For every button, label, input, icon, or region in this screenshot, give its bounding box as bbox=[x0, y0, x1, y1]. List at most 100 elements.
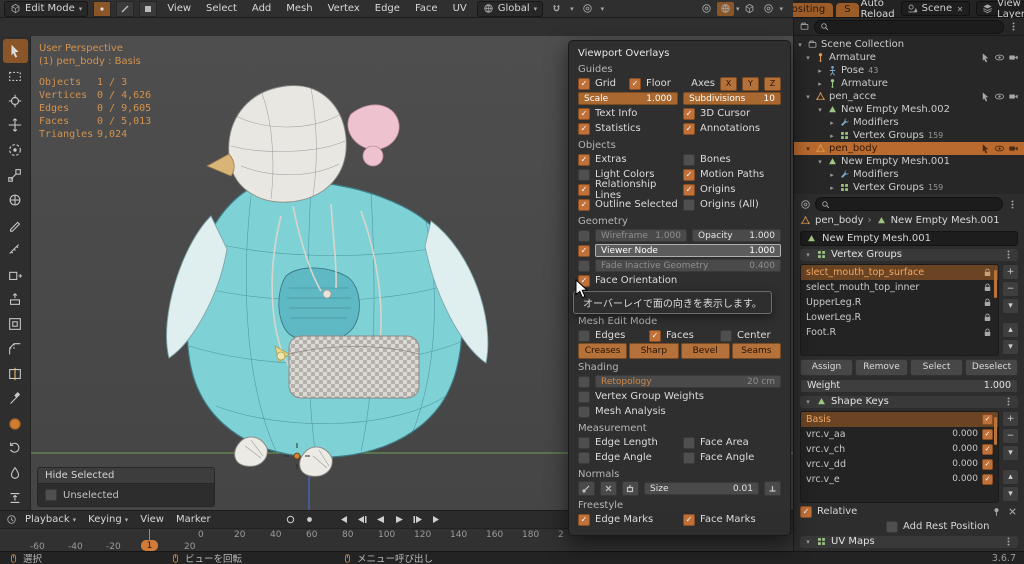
normals-constant-size-toggle[interactable] bbox=[764, 481, 781, 496]
menu-face[interactable]: Face bbox=[410, 3, 443, 14]
list-scrollbar[interactable] bbox=[994, 416, 997, 445]
tool-annotate[interactable] bbox=[3, 213, 28, 237]
outliner-item-armature-object[interactable]: ▾ Armature bbox=[794, 51, 1024, 64]
move-down-button[interactable]: ▾ bbox=[1002, 485, 1019, 502]
prev-keyframe-button[interactable] bbox=[354, 513, 369, 526]
workspace-tab-truncated[interactable]: S bbox=[836, 3, 859, 17]
playback-menu[interactable]: Playback ▾ bbox=[21, 514, 80, 525]
add-shape-key-button[interactable]: + bbox=[1002, 410, 1019, 427]
remove-button[interactable]: Remove bbox=[855, 358, 908, 376]
outliner-item-scene-collection[interactable]: ▾ Scene Collection bbox=[794, 38, 1024, 51]
properties-search-input[interactable] bbox=[834, 199, 997, 209]
outliner-search[interactable] bbox=[814, 19, 1004, 34]
operator-panel-title[interactable]: Hide Selected bbox=[37, 467, 215, 484]
vertex-select-mode-button[interactable] bbox=[93, 0, 112, 17]
jump-to-end-button[interactable] bbox=[430, 513, 445, 526]
vertex-group-row[interactable]: select_mouth_top_inner bbox=[801, 280, 998, 295]
move-down-button[interactable]: ▾ bbox=[1002, 338, 1019, 355]
origins-all-checkbox[interactable] bbox=[683, 198, 695, 211]
edge-length-checkbox[interactable] bbox=[578, 436, 590, 449]
shading-dropdown-chevron-icon[interactable]: ▾ bbox=[779, 5, 783, 13]
list-scrollbar[interactable] bbox=[994, 269, 997, 298]
outliner-editor-icon[interactable] bbox=[799, 21, 810, 32]
tool-scale[interactable] bbox=[3, 163, 28, 187]
tool-smooth[interactable] bbox=[3, 461, 28, 485]
pin-icon[interactable] bbox=[991, 506, 1002, 517]
properties-options-icon[interactable] bbox=[1007, 199, 1018, 210]
outliner-item-modifiers[interactable]: ▸ Modifiers bbox=[794, 168, 1024, 181]
axis-z-toggle[interactable]: Z bbox=[764, 76, 781, 91]
vertex-group-row[interactable]: UpperLeg.R bbox=[801, 295, 998, 310]
shading-mode-toggle[interactable] bbox=[760, 2, 777, 16]
tool-loop-cut[interactable] bbox=[3, 362, 28, 386]
shape-keys-panel-header[interactable]: ▾ Shape Keys bbox=[800, 395, 1018, 408]
hide-eye-icon[interactable] bbox=[994, 143, 1005, 154]
render-camera-icon[interactable] bbox=[1008, 52, 1019, 63]
tool-knife[interactable] bbox=[3, 387, 28, 411]
outliner-item-vertex-groups[interactable]: ▸ Vertex Groups 159 bbox=[794, 181, 1024, 194]
light-colors-checkbox[interactable] bbox=[578, 168, 590, 181]
lock-icon[interactable] bbox=[982, 282, 993, 293]
outline-selected-checkbox[interactable] bbox=[578, 198, 590, 211]
tool-transform[interactable] bbox=[3, 188, 28, 212]
menu-uv[interactable]: UV bbox=[448, 3, 472, 14]
lock-icon[interactable] bbox=[982, 327, 993, 338]
tool-select-tweak[interactable] bbox=[2, 39, 28, 63]
grid-checkbox[interactable] bbox=[578, 77, 590, 90]
scene-selector[interactable]: Scene bbox=[900, 1, 971, 16]
tool-poly-build[interactable] bbox=[3, 412, 28, 436]
retopology-slider[interactable]: Retopology 20 cm bbox=[595, 375, 781, 388]
play-reverse-button[interactable] bbox=[373, 513, 388, 526]
tool-bevel[interactable] bbox=[3, 337, 28, 361]
panel-options-icon[interactable] bbox=[1003, 396, 1014, 407]
marker-menu[interactable]: Marker bbox=[172, 514, 215, 525]
timeline-editor-icon[interactable] bbox=[6, 514, 17, 525]
keying-set-record-button[interactable] bbox=[302, 513, 317, 526]
tool-spin[interactable] bbox=[3, 437, 28, 461]
vertex-groups-panel-header[interactable]: ▾ Vertex Groups bbox=[800, 248, 1018, 261]
outliner-item-pose[interactable]: ▸ Pose 43 bbox=[794, 64, 1024, 77]
mesh-analysis-checkbox[interactable] bbox=[578, 405, 590, 418]
tool-rotate[interactable] bbox=[3, 138, 28, 162]
lock-icon[interactable] bbox=[982, 312, 993, 323]
bones-checkbox[interactable] bbox=[683, 153, 695, 166]
shape-key-mute-checkbox[interactable] bbox=[982, 428, 993, 440]
current-frame-badge[interactable]: 1 bbox=[141, 540, 158, 551]
viewer-node-checkbox[interactable] bbox=[578, 244, 590, 257]
remove-vertex-group-button[interactable]: − bbox=[1002, 280, 1019, 297]
opacity-slider[interactable]: Opacity 1.000 bbox=[692, 229, 781, 242]
shape-key-row[interactable]: vrc.v_aa 0.000 bbox=[801, 427, 998, 442]
outliner-item-modifiers[interactable]: ▸ Modifiers bbox=[794, 116, 1024, 129]
faces-checkbox[interactable] bbox=[649, 329, 661, 342]
select-arrow-icon[interactable] bbox=[980, 52, 991, 63]
shape-key-mute-checkbox[interactable] bbox=[982, 443, 993, 455]
move-up-button[interactable]: ▴ bbox=[1002, 468, 1019, 485]
bevel-toggle[interactable]: Bevel bbox=[680, 342, 730, 359]
hide-eye-icon[interactable] bbox=[994, 91, 1005, 102]
shape-key-mute-checkbox[interactable] bbox=[982, 458, 993, 470]
render-camera-icon[interactable] bbox=[1008, 143, 1019, 154]
origins-checkbox[interactable] bbox=[683, 183, 695, 196]
subdivisions-slider[interactable]: Subdivisions 10 bbox=[683, 92, 781, 105]
panel-options-icon[interactable] bbox=[1003, 536, 1014, 547]
remove-shape-key-button[interactable]: − bbox=[1002, 427, 1019, 444]
vertex-group-row[interactable]: LowerLeg.R bbox=[801, 310, 998, 325]
tool-add-cube[interactable] bbox=[3, 263, 28, 287]
wireframe-slider[interactable]: Wireframe 1.000 bbox=[595, 229, 687, 242]
menu-edge[interactable]: Edge bbox=[370, 3, 405, 14]
hide-eye-icon[interactable] bbox=[994, 52, 1005, 63]
tool-select-box[interactable] bbox=[3, 64, 28, 88]
relative-checkbox[interactable] bbox=[800, 505, 812, 518]
outliner-item-mesh-001[interactable]: ▾ New Empty Mesh.001 bbox=[794, 155, 1024, 168]
properties-search[interactable] bbox=[815, 197, 1003, 211]
shape-key-row[interactable]: vrc.v_ch 0.000 bbox=[801, 442, 998, 457]
menu-mesh[interactable]: Mesh bbox=[281, 3, 317, 14]
fade-inactive-slider[interactable]: Fade Inactive Geometry 0.400 bbox=[595, 259, 781, 272]
sharp-toggle[interactable]: Sharp bbox=[629, 342, 679, 359]
menu-add[interactable]: Add bbox=[247, 3, 276, 14]
view-menu[interactable]: View bbox=[136, 514, 168, 525]
vertex-group-weights-checkbox[interactable] bbox=[578, 390, 590, 403]
vertex-group-specials-button[interactable]: ▾ bbox=[1002, 297, 1019, 314]
motion-paths-checkbox[interactable] bbox=[683, 168, 695, 181]
edge-select-mode-button[interactable] bbox=[116, 0, 135, 17]
